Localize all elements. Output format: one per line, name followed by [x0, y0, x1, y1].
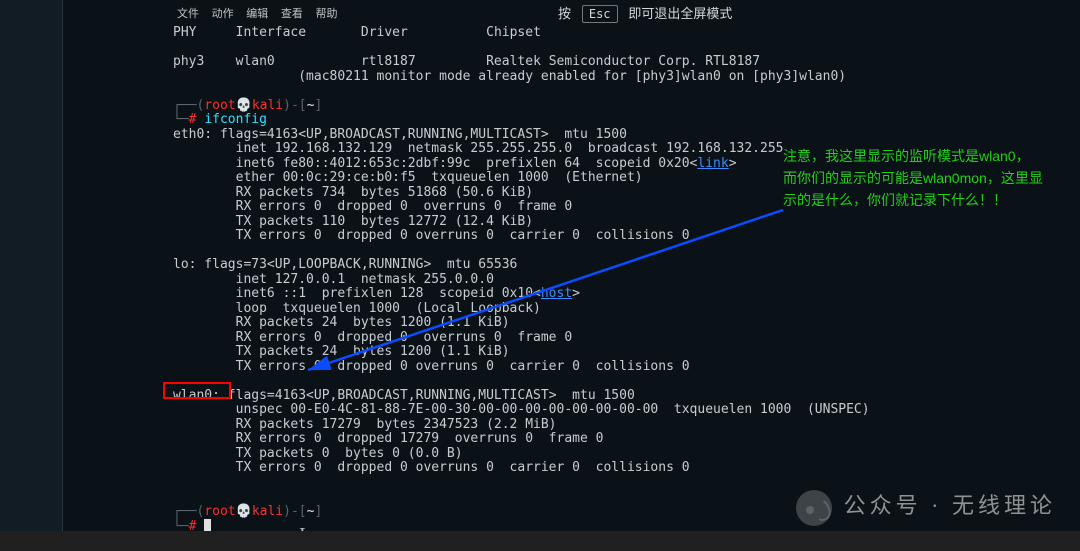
- host-scope: host: [541, 286, 572, 301]
- video-playback-bar[interactable]: [0, 531, 1080, 551]
- menu-file[interactable]: 文件: [177, 7, 199, 20]
- wlan0-l5: TX errors 0 dropped 0 overruns 0 carrier…: [173, 460, 690, 475]
- menu-edit[interactable]: 编辑: [246, 7, 268, 20]
- wlan0-l4: TX packets 0 bytes 0 (0.0 B): [173, 446, 463, 461]
- menu-view[interactable]: 查看: [281, 7, 303, 20]
- cmd-ifconfig: ifconfig: [204, 112, 267, 127]
- eth0-l4: RX packets 734 bytes 51868 (50.6 KiB): [173, 185, 533, 200]
- terminal-output[interactable]: PHY Interface Driver Chipset phy3 wlan0 …: [173, 26, 1080, 535]
- eth0-l1: inet 192.168.132.129 netmask 255.255.255…: [173, 141, 783, 156]
- eth0-l7: TX errors 0 dropped 0 overruns 0 carrier…: [173, 228, 690, 243]
- lo-l4: RX packets 24 bytes 1200 (1.1 KiB): [173, 315, 510, 330]
- wechat-icon: [796, 490, 832, 526]
- wlan0-highlight-box: [163, 382, 231, 399]
- prompt-user: root: [204, 98, 235, 113]
- wlan0-l1: unspec 00-E0-4C-81-88-7E-00-30-00-00-00-…: [173, 402, 870, 417]
- eth0-head: eth0: flags=4163<UP,BROADCAST,RUNNING,MU…: [173, 127, 627, 142]
- val-driver: rtl8187: [361, 54, 416, 69]
- lo-l6: TX packets 24 bytes 1200 (1.1 KiB): [173, 344, 510, 359]
- monitor-note: (mac80211 monitor mode already enabled f…: [298, 69, 846, 84]
- val-chipset: Realtek Semiconductor Corp. RTL8187: [486, 54, 760, 69]
- annotation-text: 注意，我这里显示的监听模式是wlan0， 而你们的显示的可能是wlan0mon，…: [783, 145, 1043, 211]
- menu-help[interactable]: 帮助: [316, 7, 338, 20]
- lo-l5: RX errors 0 dropped 0 overruns 0 frame 0: [173, 330, 572, 345]
- lo-head: lo: flags=73<UP,LOOPBACK,RUNNING> mtu 65…: [173, 257, 517, 272]
- col-iface: Interface: [236, 25, 306, 40]
- wlan0-rest: flags=4163<UP,BROADCAST,RUNNING,MULTICAS…: [220, 388, 635, 403]
- window-left-strip: [0, 0, 62, 551]
- terminal-window: 文件 动作 编辑 查看 帮助 按 Esc 即可退出全屏模式 PHY Interf…: [62, 0, 1080, 551]
- col-driver: Driver: [361, 25, 408, 40]
- menu-action[interactable]: 动作: [212, 7, 234, 20]
- val-phy: phy3: [173, 54, 204, 69]
- wlan0-l3: RX errors 0 dropped 17279 overruns 0 fra…: [173, 431, 603, 446]
- watermark: 公众号 · 无线理论: [796, 488, 1056, 526]
- lo-l7: TX errors 0 dropped 0 overruns 0 carrier…: [173, 359, 690, 374]
- link-scope: link: [697, 156, 728, 171]
- wlan0-l2: RX packets 17279 bytes 2347523 (2.2 MiB): [173, 417, 557, 432]
- eth0-l3: ether 00:0c:29:ce:b0:f5 txqueuelen 1000 …: [173, 170, 643, 185]
- esc-key-icon: Esc: [582, 5, 618, 23]
- col-phy: PHY: [173, 25, 196, 40]
- lo-l3: loop txqueuelen 1000 (Local Loopback): [173, 301, 541, 316]
- eth0-l5: RX errors 0 dropped 0 overruns 0 frame 0: [173, 199, 572, 214]
- prompt-sigil: #: [189, 112, 197, 127]
- fullscreen-hint: 按 Esc 即可退出全屏模式: [558, 3, 732, 23]
- col-chipset: Chipset: [486, 25, 541, 40]
- eth0-l6: TX packets 110 bytes 12772 (12.4 KiB): [173, 214, 533, 229]
- val-iface: wlan0: [236, 54, 275, 69]
- prompt-host: kali: [252, 98, 283, 113]
- menubar: 文件 动作 编辑 查看 帮助: [177, 5, 344, 21]
- lo-l1: inet 127.0.0.1 netmask 255.0.0.0: [173, 272, 494, 287]
- skull-icon: 💀: [236, 98, 252, 113]
